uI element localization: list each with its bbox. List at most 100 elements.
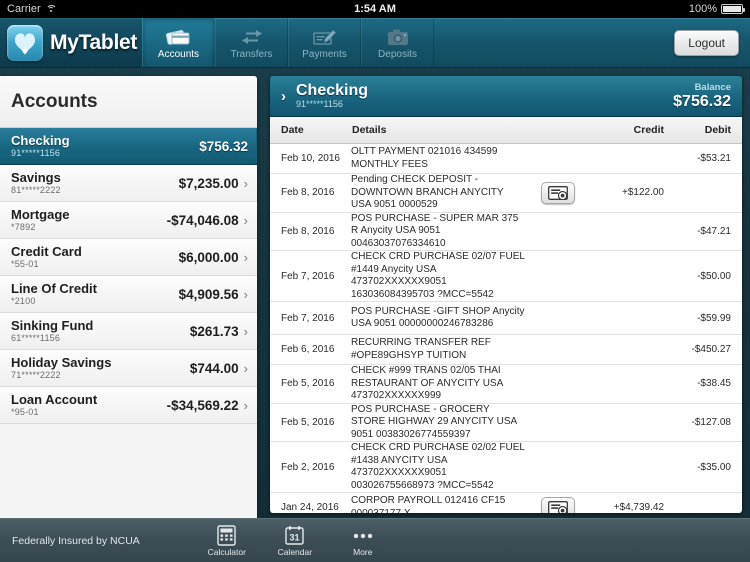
transaction-debit: -$127.08 [691,416,731,428]
transaction-row[interactable]: Feb 10, 2016 OLTT PAYMENT 021016 434599 M… [270,144,742,174]
account-name: Line Of Credit [11,280,97,296]
transaction-date: Feb 7, 2016 [281,312,335,324]
balance-value: $756.32 [673,93,731,110]
transaction-date: Feb 6, 2016 [281,344,335,355]
account-row-text: Checking 91*****1156 [11,132,199,159]
battery-full-icon [721,4,745,14]
account-name: Savings [11,169,61,185]
calendar-icon: 31 [285,524,305,546]
transaction-row[interactable]: Feb 7, 2016 CHECK CRD PURCHASE 02/07 FUEL… [270,251,742,302]
account-row[interactable]: Savings 81*****2222 $7,235.00 › [0,165,257,202]
calculator-icon [217,524,237,546]
transaction-details: POS PURCHASE -GIFT SHOP Anycity USA 9051… [351,305,525,330]
status-bar-time: 1:54 AM [354,3,396,15]
logout-button[interactable]: Logout [674,29,739,56]
nav-item-transfers[interactable]: Transfers [215,18,288,67]
brand-area: MyTablet [0,18,142,67]
ellipsis-icon [352,524,374,546]
account-row-text: Mortgage *7892 [11,207,167,233]
nav-item-payments[interactable]: Payments [288,18,361,67]
account-row[interactable]: Line Of Credit *2100 $4,909.56 › [0,276,257,313]
transactions-list[interactable]: Feb 10, 2016 OLTT PAYMENT 021016 434599 M… [270,144,742,513]
transaction-credit: +$122.00 [622,187,664,199]
account-row-text: Savings 81*****2222 [11,169,179,196]
accounts-panel: Accounts Checking 91*****1156 $756.32 Savin… [0,76,257,523]
battery-percent-label: 100% [688,3,717,15]
nav-item-payments-label: Payments [302,49,347,60]
status-bar: Carrier 1:54 AM 100% [0,0,750,18]
account-number: *55-01 [11,258,39,269]
account-number: 61*****1156 [11,332,61,343]
toolbar-item-calendar[interactable]: 31 Calendar [268,524,322,557]
column-header-credit[interactable]: Credit [584,124,664,136]
account-row[interactable]: Credit Card *55-01 $6,000.00 › [0,239,257,276]
toolbar-item-more[interactable]: More [336,524,390,557]
account-number: 81*****2222 [11,184,61,195]
account-row-text: Line Of Credit *2100 [11,280,179,307]
account-balance: $4,909.56 [178,286,239,302]
accounts-list: Checking 91*****1156 $756.32 Savings 81*****… [0,128,257,424]
transaction-row[interactable]: Feb 5, 2016 POS PURCHASE - GROCERY STORE … [270,404,742,442]
transfer-arrows-icon [240,25,264,47]
check-image-icon[interactable] [541,181,575,204]
transaction-debit: -$38.45 [697,378,731,390]
transaction-row[interactable]: Feb 8, 2016 Pending CHECK DEPOSIT - DOWNT… [270,174,742,213]
toolbar-item-more-label: More [353,547,373,557]
transaction-details: RECURRING TRANSFER REF #OPE89GHSYP TUITI… [351,337,491,361]
column-header-debit[interactable]: Debit [664,124,742,136]
transaction-image-cell [532,496,584,513]
transaction-details: OLTT PAYMENT 021016 434599 MONTHLY FEES [351,146,498,170]
toolbar-items: Calculator 31 Calendar More [200,524,390,557]
account-number: 71*****2222 [11,369,61,380]
transaction-credit: +$4,739.42 [613,502,664,513]
account-row[interactable]: Checking 91*****1156 $756.32 [0,128,257,165]
column-header-date[interactable]: Date [270,124,351,136]
detail-balance-area: Balance $756.32 [673,82,731,110]
detail-account-name: Checking [296,82,369,99]
transaction-details: CHECK CRD PURCHASE 02/02 FUEL #1438 ANYC… [351,442,525,491]
chevron-right-icon[interactable]: › [281,88,286,105]
top-navigation-bar: MyTablet Accounts Transfers Payments Dep… [0,18,750,68]
toolbar-item-calculator-label: Calculator [207,547,246,557]
transaction-date: Feb 5, 2016 [281,378,335,390]
account-row[interactable]: Mortgage *7892 -$74,046.08 › [0,202,257,239]
nav-item-accounts[interactable]: Accounts [142,18,215,67]
transaction-row[interactable]: Feb 2, 2016 CHECK CRD PURCHASE 02/02 FUEL… [270,442,742,493]
account-name: Checking [11,132,70,148]
check-image-icon[interactable] [541,496,575,513]
account-balance: -$74,046.08 [166,212,239,228]
transaction-date: Feb 8, 2016 [281,187,335,199]
nav-items: Accounts Transfers Payments Deposits [142,18,434,67]
transaction-row[interactable]: Feb 6, 2016 RECURRING TRANSFER REF #OPE89… [270,335,742,365]
transaction-row[interactable]: Jan 24, 2016 CORPOR PAYROLL 012416 CF15 0… [270,493,742,513]
transaction-row[interactable]: Feb 8, 2016 POS PURCHASE - SUPER MAR 375 … [270,213,742,251]
transaction-details: CORPOR PAYROLL 012416 CF15 000037177 X [351,495,506,513]
chevron-right-icon: › [243,212,248,228]
content-area: Accounts Checking 91*****1156 $756.32 Savin… [0,68,750,523]
camera-icon [386,25,410,47]
toolbar-item-calculator[interactable]: Calculator [200,524,254,557]
nav-item-deposits[interactable]: Deposits [361,18,434,67]
transaction-debit: -$450.27 [691,344,731,355]
account-detail-panel: › Checking 91*****1156 Balance $756.32 D… [270,76,742,513]
account-name: Loan Account [11,391,98,407]
transaction-debit: -$53.21 [697,153,731,164]
transaction-debit: -$47.21 [697,225,731,237]
transaction-debit: -$50.00 [697,270,731,282]
column-header-details[interactable]: Details [351,124,532,137]
account-row[interactable]: Holiday Savings 71*****2222 $744.00 › [0,350,257,387]
balance-label: Balance [694,82,731,93]
ncua-disclaimer: Federally Insured by NCUA [12,534,140,547]
nav-item-accounts-label: Accounts [157,49,200,60]
account-row[interactable]: Loan Account *95-01 -$34,569.22 › [0,387,257,424]
account-row[interactable]: Sinking Fund 61*****1156 $261.73 › [0,313,257,350]
chevron-right-icon: › [243,175,248,191]
transactions-header-row: Date Details Credit Debit [270,117,742,144]
app-logo-icon [7,24,43,61]
account-number: *95-01 [11,406,39,417]
transaction-row[interactable]: Feb 5, 2016 CHECK #999 TRANS 02/05 THAI R… [270,365,742,404]
account-row-text: Sinking Fund 61*****1156 [11,318,190,344]
transaction-date: Feb 8, 2016 [281,225,335,237]
transaction-row[interactable]: Feb 7, 2016 POS PURCHASE -GIFT SHOP Anyci… [270,302,742,335]
